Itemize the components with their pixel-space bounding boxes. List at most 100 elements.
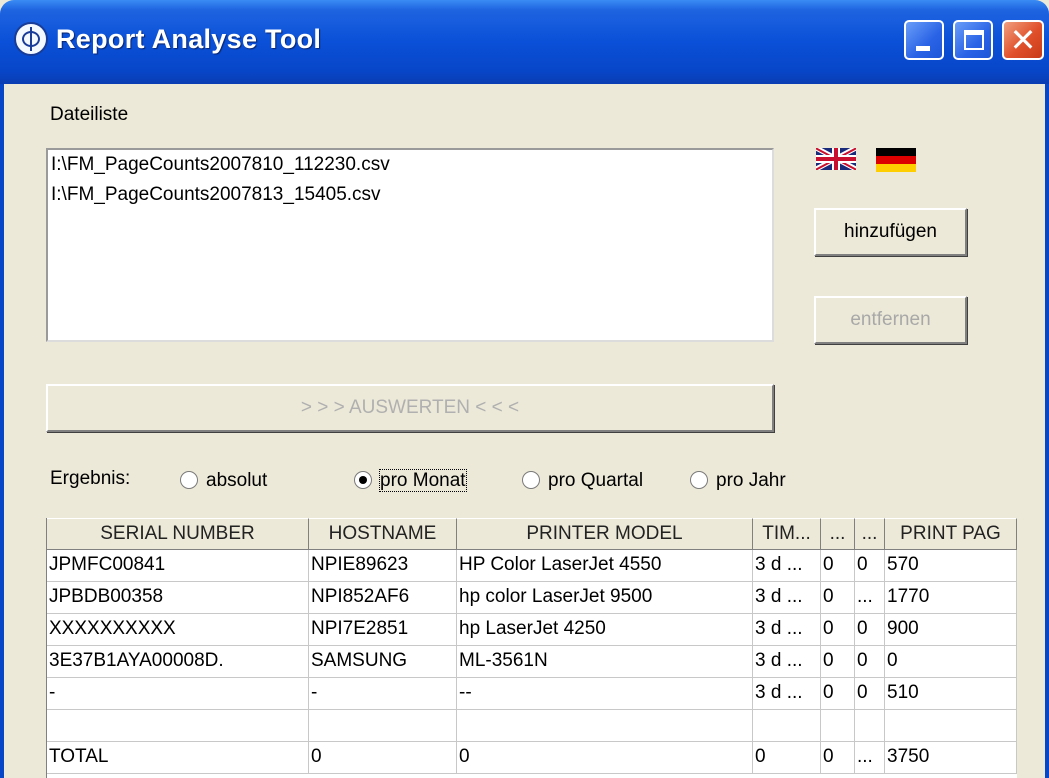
table-cell[interactable]: HP Color LaserJet 4550 <box>457 550 753 582</box>
table-cell[interactable]: 0 <box>753 742 821 774</box>
table-header: SERIAL NUMBER HOSTNAME PRINTER MODEL TIM… <box>47 518 1017 550</box>
file-list-label: Dateiliste <box>50 104 129 125</box>
table-row[interactable]: JPBDB00358 NPI852AF6 hp color LaserJet 950… <box>47 582 1017 614</box>
window-frame-left <box>0 84 4 778</box>
maximize-button[interactable] <box>953 20 993 60</box>
table-cell[interactable]: 0 <box>855 614 885 646</box>
table-cell[interactable]: 0 <box>821 678 855 710</box>
table-cell[interactable]: 3 d ... <box>753 614 821 646</box>
remove-file-button[interactable]: entfernen <box>814 296 967 344</box>
table-row[interactable]: - - -- 3 d ... 0 0 510 <box>47 678 1017 710</box>
table-cell[interactable]: 3 d ... <box>753 678 821 710</box>
radio-icon <box>522 471 540 489</box>
table-cell[interactable]: 0 <box>821 742 855 774</box>
column-header-col6[interactable]: ... <box>855 518 885 550</box>
minimize-button[interactable] <box>904 20 944 60</box>
radio-icon <box>690 471 708 489</box>
table-cell[interactable]: 0 <box>855 646 885 678</box>
table-cell[interactable]: NPIE89623 <box>309 550 457 582</box>
radio-label: pro Quartal <box>548 470 644 491</box>
table-cell[interactable]: ... <box>855 742 885 774</box>
table-cell[interactable]: hp LaserJet 4250 <box>457 614 753 646</box>
table-cell[interactable]: 570 <box>885 550 1017 582</box>
table-cell[interactable]: XXXXXXXXXX <box>47 614 309 646</box>
window-frame-right <box>1045 84 1049 778</box>
column-header-printer-model[interactable]: PRINTER MODEL <box>457 518 753 550</box>
table-cell[interactable]: 900 <box>885 614 1017 646</box>
table-cell[interactable]: ... <box>855 582 885 614</box>
column-header-hostname[interactable]: HOSTNAME <box>309 518 457 550</box>
table-cell[interactable] <box>885 710 1017 742</box>
table-cell[interactable]: 3 d ... <box>753 646 821 678</box>
table-cell[interactable]: 3E37B1AYA00008D. <box>47 646 309 678</box>
table-cell[interactable]: 510 <box>885 678 1017 710</box>
maximize-icon <box>964 30 984 50</box>
column-header-time[interactable]: TIM... <box>753 518 821 550</box>
column-header-col5[interactable]: ... <box>821 518 855 550</box>
add-file-button[interactable]: hinzufügen <box>814 208 967 256</box>
english-flag-icon[interactable] <box>816 148 856 170</box>
table-row[interactable]: JPMFC00841 NPIE89623 HP Color LaserJet 455… <box>47 550 1017 582</box>
result-label: Ergebnis: <box>50 468 131 489</box>
radio-label: pro Monat <box>379 469 467 492</box>
radio-per-year[interactable]: pro Jahr <box>690 470 786 496</box>
column-header-serial-number[interactable]: SERIAL NUMBER <box>47 518 309 550</box>
table-cell[interactable]: SAMSUNG <box>309 646 457 678</box>
table-cell[interactable]: 0 <box>821 614 855 646</box>
table-body: JPMFC00841 NPIE89623 HP Color LaserJet 455… <box>47 550 1017 774</box>
table-cell[interactable]: ML-3561N <box>457 646 753 678</box>
table-row[interactable]: XXXXXXXXXX NPI7E2851 hp LaserJet 4250 3 d .… <box>47 614 1017 646</box>
results-table: SERIAL NUMBER HOSTNAME PRINTER MODEL TIM… <box>46 518 1017 778</box>
german-flag-icon[interactable] <box>876 148 916 172</box>
app-window: Report Analyse Tool ✕ Dateiliste I:\FM_P… <box>0 0 1049 778</box>
table-cell[interactable]: 0 <box>457 742 753 774</box>
table-cell[interactable]: 1770 <box>885 582 1017 614</box>
table-cell[interactable]: 3750 <box>885 742 1017 774</box>
radio-per-quarter[interactable]: pro Quartal <box>522 470 643 496</box>
table-cell[interactable]: NPI852AF6 <box>309 582 457 614</box>
table-cell[interactable] <box>855 710 885 742</box>
table-cell[interactable]: 0 <box>821 550 855 582</box>
table-cell[interactable]: 0 <box>885 646 1017 678</box>
table-cell[interactable] <box>47 710 309 742</box>
table-row[interactable] <box>47 710 1017 742</box>
table-cell[interactable]: 0 <box>855 550 885 582</box>
table-cell[interactable]: 0 <box>855 678 885 710</box>
table-cell[interactable] <box>753 710 821 742</box>
table-cell[interactable]: JPMFC00841 <box>47 550 309 582</box>
file-list-item[interactable]: I:\FM_PageCounts2007813_15405.csv <box>48 180 772 210</box>
title-bar[interactable]: Report Analyse Tool ✕ <box>0 0 1049 84</box>
table-cell[interactable] <box>309 710 457 742</box>
table-row[interactable]: 3E37B1AYA00008D. SAMSUNG ML-3561N 3 d ... 0 0… <box>47 646 1017 678</box>
app-icon[interactable] <box>14 22 48 56</box>
table-cell[interactable]: hp color LaserJet 9500 <box>457 582 753 614</box>
evaluate-button[interactable]: > > > AUSWERTEN < < < <box>46 384 774 432</box>
radio-per-month[interactable]: pro Monat <box>354 469 467 496</box>
table-cell[interactable]: - <box>47 678 309 710</box>
table-cell[interactable]: JPBDB00358 <box>47 582 309 614</box>
column-header-print-pages[interactable]: PRINT PAG <box>885 518 1017 550</box>
radio-label: absolut <box>206 470 268 491</box>
table-cell[interactable] <box>821 710 855 742</box>
file-list-item[interactable]: I:\FM_PageCounts2007810_112230.csv <box>48 150 772 180</box>
table-cell[interactable] <box>457 710 753 742</box>
table-cell[interactable]: TOTAL <box>47 742 309 774</box>
radio-label: pro Jahr <box>716 470 786 491</box>
close-button[interactable]: ✕ <box>1002 20 1044 60</box>
radio-absolute[interactable]: absolut <box>180 470 267 496</box>
minimize-icon <box>916 46 930 51</box>
table-cell[interactable]: - <box>309 678 457 710</box>
table-cell[interactable]: 0 <box>821 582 855 614</box>
radio-icon <box>180 471 198 489</box>
window-title: Report Analyse Tool <box>56 24 322 54</box>
table-cell[interactable]: NPI7E2851 <box>309 614 457 646</box>
table-cell[interactable]: 3 d ... <box>753 582 821 614</box>
table-cell[interactable]: 3 d ... <box>753 550 821 582</box>
file-list[interactable]: I:\FM_PageCounts2007810_112230.csv I:\FM… <box>46 148 774 342</box>
table-row[interactable]: TOTAL 0 0 0 0... 3750 <box>47 742 1017 774</box>
table-cell[interactable]: 0 <box>821 646 855 678</box>
radio-selected-icon <box>354 471 372 489</box>
table-cell[interactable]: 0 <box>309 742 457 774</box>
table-cell[interactable]: -- <box>457 678 753 710</box>
close-icon: ✕ <box>1009 21 1037 59</box>
